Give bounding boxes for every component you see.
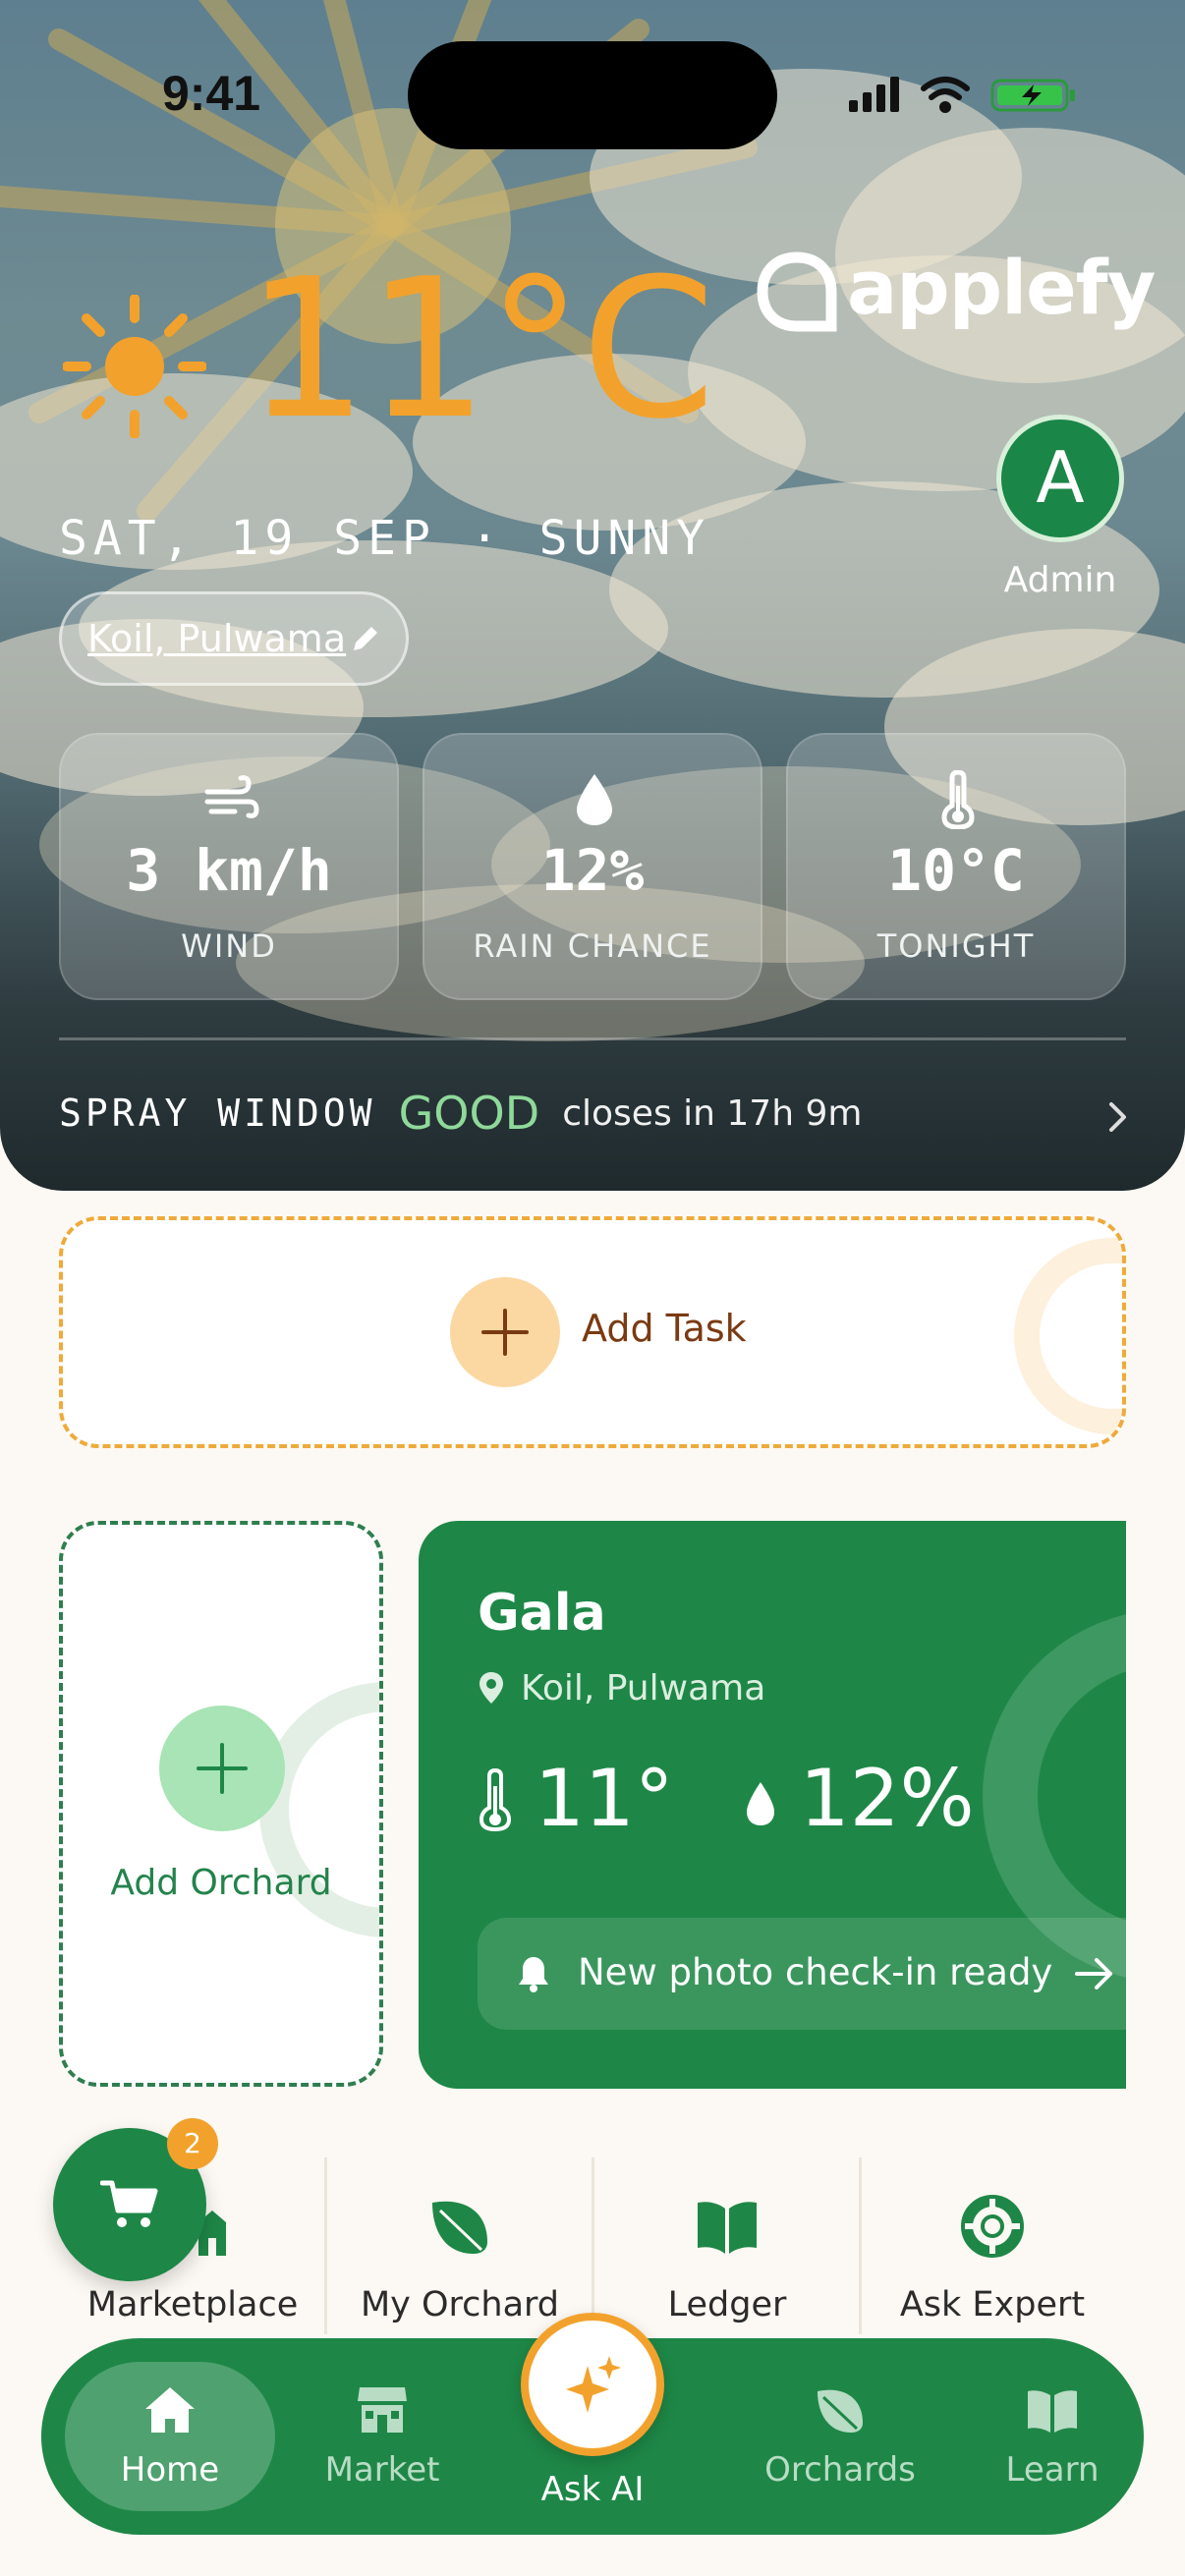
cart-icon [100, 2180, 158, 2227]
decorative-ring [1014, 1238, 1122, 1434]
tab-orchards-label: Orchards [764, 2450, 916, 2490]
add-orchard-plus [159, 1706, 285, 1831]
book-icon [698, 2202, 757, 2254]
notification-text: New photo check-in ready [578, 1951, 1053, 1993]
home-icon [145, 2387, 195, 2433]
add-orchard-button[interactable]: Add Orchard [59, 1521, 383, 2087]
applefy-logo: applefy [757, 244, 1156, 334]
orchard-rain: 12% [799, 1753, 975, 1844]
tonight-value: 10°C [887, 837, 1025, 904]
store-icon [358, 2387, 407, 2433]
user-role: Admin [1003, 560, 1117, 600]
lifebuoy-icon [961, 2195, 1024, 2258]
orchard-metrics: 11° 12% [478, 1753, 975, 1851]
wifi-icon [921, 77, 970, 113]
quick-ledger-label: Ledger [667, 2285, 787, 2324]
orchard-temperature: 11° [535, 1753, 674, 1844]
stat-tonight: 10°C TONIGHT [786, 733, 1126, 1000]
user-avatar[interactable]: A [996, 415, 1124, 542]
add-orchard-label: Add Orchard [110, 1863, 332, 1903]
thermometer-icon [941, 770, 975, 829]
signal-icon [849, 77, 899, 112]
quick-ledger[interactable]: Ledger [593, 2157, 861, 2344]
book-icon [1028, 2390, 1077, 2433]
tab-market-label: Market [324, 2450, 440, 2490]
tab-learn-label: Learn [1005, 2450, 1100, 2490]
stat-rain: 12% RAIN CHANCE [423, 733, 762, 1000]
rain-value: 12% [540, 837, 645, 904]
battery-icon [990, 79, 1075, 112]
date-condition: SAT, 19 SEP · SUNNY [59, 511, 711, 566]
sun-icon [63, 295, 206, 438]
add-task-plus [450, 1277, 560, 1387]
spray-detail: closes in 17h 9m [562, 1092, 863, 1134]
wind-label: WIND [181, 927, 277, 965]
quick-ask-expert-label: Ask Expert [899, 2285, 1086, 2324]
tab-home[interactable]: Home [65, 2362, 275, 2511]
status-icons [849, 77, 1075, 113]
location-label: Koil, Pulwama [87, 617, 347, 660]
quick-ask-expert[interactable]: Ask Expert [859, 2157, 1126, 2344]
location-selector[interactable]: Koil, Pulwama [59, 591, 409, 686]
orchard-card[interactable]: Gala Koil, Pulwama 11° 12% New photo che… [419, 1521, 1126, 2089]
arrow-right-icon [1075, 1958, 1112, 1989]
pencil-icon [354, 627, 377, 650]
sparkles-icon [566, 2356, 621, 2413]
map-pin-icon [480, 1672, 503, 1704]
plus-icon [197, 1743, 248, 1794]
droplet-icon [577, 774, 612, 825]
plus-icon [481, 1309, 529, 1356]
brand-name: applefy [847, 244, 1156, 331]
leaf-icon [818, 2389, 863, 2433]
logo-mark-icon [757, 252, 837, 332]
tab-ask-ai-label: Ask AI [540, 2470, 645, 2509]
bell-icon [519, 1957, 548, 1992]
add-task-button[interactable]: Add Task [59, 1216, 1126, 1448]
ask-ai-button[interactable] [521, 2313, 664, 2456]
spray-window-row[interactable]: SPRAY WINDOW GOOD closes in 17h 9m [59, 1087, 1130, 1146]
cart-count-badge: 2 [167, 2118, 218, 2169]
wind-icon [204, 775, 259, 818]
photo-checkin-notification[interactable]: New photo check-in ready [478, 1918, 1126, 2030]
stat-wind: 3 km/h WIND [59, 733, 399, 1000]
tab-home-label: Home [120, 2450, 220, 2490]
spray-label: SPRAY WINDOW [59, 1092, 376, 1135]
temperature-value: 11°C [246, 238, 715, 462]
droplet-icon [746, 1782, 774, 1825]
tab-market[interactable]: Market [277, 2362, 487, 2511]
dynamic-island [408, 41, 777, 149]
quick-marketplace-label: Marketplace [86, 2285, 299, 2324]
spray-status: GOOD [398, 1087, 540, 1140]
thermometer-icon [479, 1767, 512, 1832]
rain-label: RAIN CHANCE [473, 927, 712, 965]
hero-divider [59, 1037, 1126, 1040]
leaf-icon [432, 2201, 487, 2254]
tab-learn[interactable]: Learn [947, 2362, 1157, 2511]
orchard-location: Koil, Pulwama [478, 1668, 765, 1708]
orchard-location-text: Koil, Pulwama [521, 1668, 766, 1708]
status-bar: 9:41 [0, 0, 1185, 149]
chevron-right-icon [1109, 1102, 1126, 1132]
tab-orchards[interactable]: Orchards [735, 2362, 945, 2511]
add-task-label: Add Task [582, 1307, 747, 1350]
quick-my-orchard-label: My Orchard [360, 2285, 560, 2324]
status-time: 9:41 [162, 66, 261, 121]
quick-my-orchard[interactable]: My Orchard [326, 2157, 593, 2344]
wind-value: 3 km/h [126, 837, 332, 904]
orchard-name: Gala [478, 1584, 606, 1643]
tonight-label: TONIGHT [876, 927, 1036, 965]
